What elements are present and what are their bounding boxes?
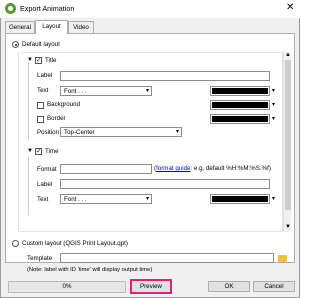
title-background-checkbox[interactable] bbox=[37, 102, 44, 109]
title-bar: Export Animation ✕ bbox=[0, 0, 300, 18]
title-checkbox[interactable] bbox=[35, 56, 42, 64]
time-label-field-label: Label bbox=[37, 181, 53, 188]
time-section-label: Time bbox=[45, 148, 59, 155]
chevron-down-icon: ▾ bbox=[145, 196, 149, 202]
tab-video[interactable]: Video bbox=[68, 21, 94, 33]
title-text-color-button[interactable] bbox=[210, 86, 270, 96]
window-title: Export Animation bbox=[20, 4, 75, 13]
title-border-checkbox[interactable] bbox=[37, 116, 44, 123]
vertical-scrollbar[interactable]: ▲ ▼ bbox=[283, 52, 291, 232]
browse-template-button[interactable] bbox=[277, 253, 289, 263]
cancel-button[interactable]: Cancel bbox=[253, 281, 295, 292]
time-font-button[interactable]: Font . . . ▾ bbox=[60, 194, 152, 204]
tab-layout[interactable]: Layout bbox=[35, 20, 68, 34]
title-border-label: Border bbox=[47, 115, 66, 122]
default-layout-radio[interactable] bbox=[12, 41, 19, 48]
time-text-color-dropdown-icon[interactable]: ▾ bbox=[272, 196, 275, 203]
template-label: Template bbox=[27, 255, 53, 262]
title-position-select[interactable]: Top-Center ▾ bbox=[60, 127, 182, 137]
scroll-up-arrow-icon[interactable]: ▲ bbox=[285, 52, 291, 59]
time-format-label: Format bbox=[37, 166, 57, 173]
title-border-color-swatch bbox=[212, 116, 268, 122]
title-background-color-dropdown-icon[interactable]: ▾ bbox=[272, 102, 275, 109]
title-position-value: Top-Center bbox=[64, 129, 95, 136]
format-guide-link[interactable]: format guide bbox=[156, 165, 190, 172]
title-label-input[interactable] bbox=[60, 71, 270, 81]
custom-layout-radio[interactable] bbox=[12, 240, 19, 247]
ok-button[interactable]: OK bbox=[208, 281, 250, 292]
qgis-logo-icon bbox=[5, 3, 16, 14]
time-label-input[interactable] bbox=[60, 179, 270, 189]
default-layout-label: Default layout bbox=[22, 41, 60, 48]
title-label-field-label: Label bbox=[37, 72, 53, 79]
title-background-label: Background bbox=[47, 101, 81, 108]
title-text-color-dropdown-icon[interactable]: ▾ bbox=[272, 88, 275, 95]
template-note: (Note: label with ID 'time' will display… bbox=[27, 267, 153, 273]
time-checkbox[interactable] bbox=[35, 147, 42, 155]
close-icon[interactable]: ✕ bbox=[286, 2, 294, 14]
format-hint-text: : e.g. default %H:%M:%S.%f) bbox=[190, 165, 271, 172]
title-border-color-button[interactable] bbox=[210, 114, 270, 124]
title-border-color-dropdown-icon[interactable]: ▾ bbox=[272, 116, 275, 123]
collapse-time-icon[interactable]: ▼ bbox=[27, 148, 33, 155]
time-format-input[interactable] bbox=[60, 164, 152, 174]
scroll-down-arrow-icon[interactable]: ▼ bbox=[285, 224, 291, 231]
time-group-line bbox=[28, 157, 29, 215]
format-hint: (format guide: e.g. default %H:%M:%S.%f) bbox=[154, 165, 271, 173]
chevron-down-icon: ▾ bbox=[175, 129, 179, 135]
preview-button[interactable]: Preview bbox=[130, 279, 172, 294]
progress-text: 0% bbox=[62, 283, 72, 290]
title-position-label: Position bbox=[37, 129, 60, 136]
time-text-color-button[interactable] bbox=[210, 194, 270, 204]
time-text-label: Text bbox=[37, 196, 49, 203]
title-text-label: Text bbox=[37, 87, 49, 94]
title-text-color-swatch bbox=[212, 88, 268, 94]
time-text-color-swatch bbox=[212, 196, 268, 202]
template-path-input[interactable] bbox=[60, 253, 274, 263]
tab-general[interactable]: General bbox=[5, 21, 35, 33]
title-background-color-swatch bbox=[212, 102, 268, 108]
title-font-button-label: Font . . . bbox=[64, 88, 87, 95]
title-background-color-button[interactable] bbox=[210, 100, 270, 110]
custom-layout-label: Custom layout (QGIS Print Layout.qpt) bbox=[22, 240, 128, 247]
time-font-button-label: Font . . . bbox=[64, 196, 87, 203]
scrollbar-thumb[interactable] bbox=[285, 60, 291, 210]
title-group-line bbox=[28, 62, 29, 140]
folder-icon bbox=[278, 255, 287, 262]
title-font-button[interactable]: Font . . . ▾ bbox=[60, 86, 152, 96]
collapse-title-icon[interactable]: ▼ bbox=[27, 57, 33, 64]
title-section-label: Title bbox=[45, 57, 57, 64]
chevron-down-icon: ▾ bbox=[145, 88, 149, 94]
export-progress-bar: 0% bbox=[8, 281, 126, 293]
